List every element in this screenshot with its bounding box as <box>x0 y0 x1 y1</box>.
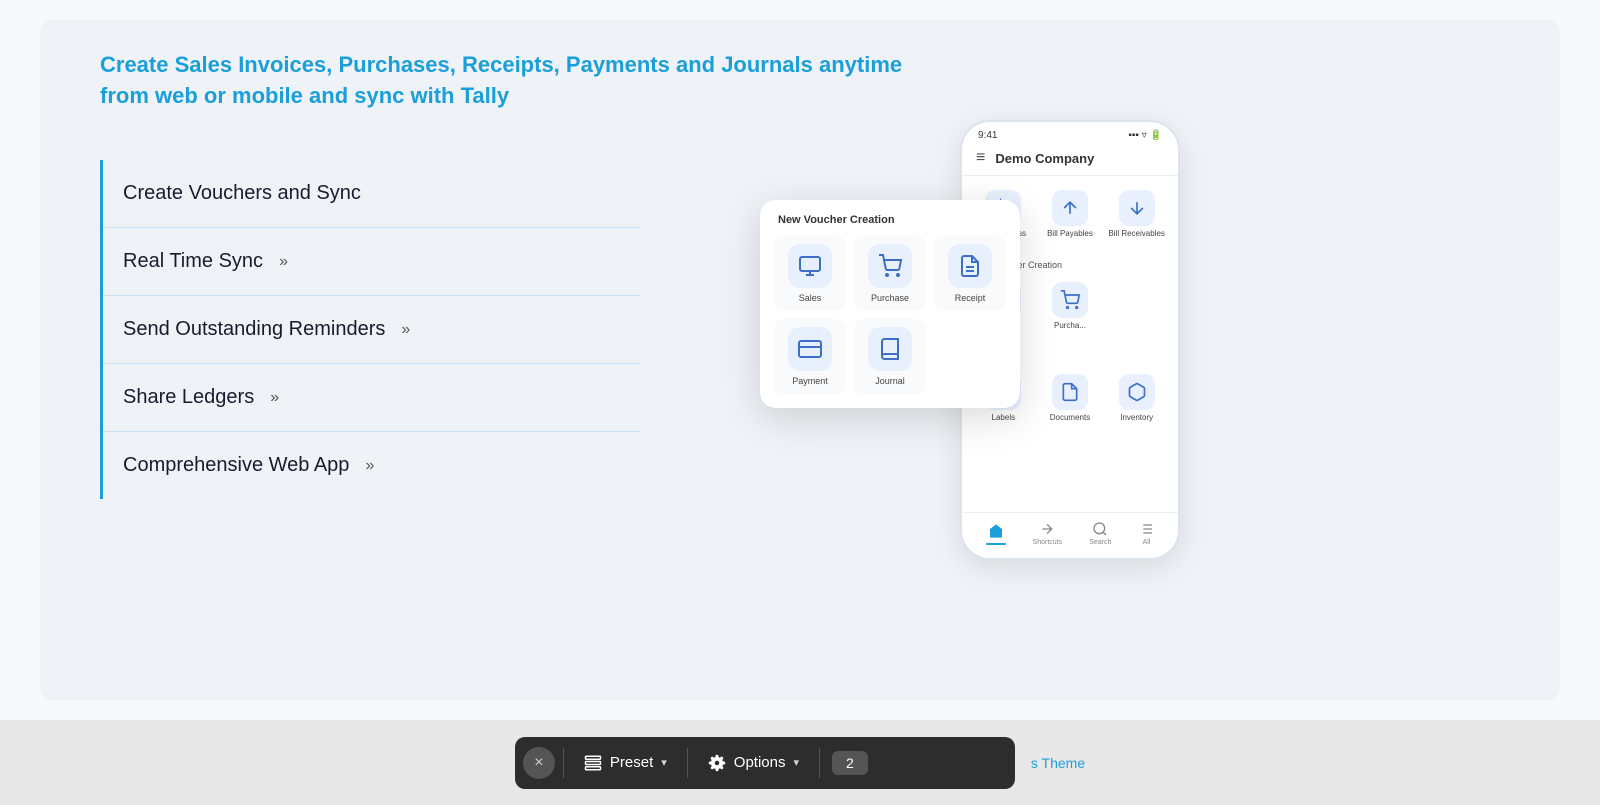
headline: Create Sales Invoices, Purchases, Receip… <box>100 50 920 112</box>
voucher-popup-title: New Voucher Creation <box>774 214 1006 226</box>
options-label: Options <box>734 754 786 771</box>
phone-icon-bill-payables[interactable]: Bill Payables <box>1039 184 1102 244</box>
bill-receivables-label: Bill Receivables <box>1108 229 1164 238</box>
voucher-sales-label: Sales <box>799 293 822 303</box>
feature-list: Create Vouchers and Sync Real Time Sync … <box>100 160 640 499</box>
documents-icon-circle <box>1052 374 1088 410</box>
bottom-toolbar: × Preset ▾ Options ▾ 2 s Theme <box>0 720 1600 805</box>
phone-icon-bill-receivables[interactable]: Bill Receivables <box>1105 184 1168 244</box>
theme-link-text: s Theme <box>1031 755 1085 771</box>
phone-nav-home[interactable] <box>986 523 1006 545</box>
inner-card: Create Sales Invoices, Purchases, Receip… <box>40 20 1560 700</box>
arrow-icon: » <box>279 253 288 271</box>
documents-label: Documents <box>1050 413 1090 422</box>
phone-icon-inventory[interactable]: Inventory <box>1105 368 1168 428</box>
feature-item-send-reminders[interactable]: Send Outstanding Reminders » <box>103 296 640 364</box>
voucher-icon-journal[interactable]: Journal <box>854 319 926 394</box>
voucher-receipt-icon-circle <box>948 244 992 288</box>
toolbar-divider-1 <box>563 748 564 778</box>
inventory-icon-circle <box>1119 374 1155 410</box>
phone-nav-search[interactable]: Search <box>1089 521 1111 546</box>
voucher-icon-purchase[interactable]: Purchase <box>854 236 926 311</box>
voucher-journal-icon-circle <box>868 327 912 371</box>
phone-signal: ▪▪▪ ▿ 🔋 <box>1128 130 1162 141</box>
feature-item-create-vouchers[interactable]: Create Vouchers and Sync <box>103 160 640 228</box>
toolbar-options-button[interactable]: Options ▾ <box>696 748 811 778</box>
bill-payables-label: Bill Payables <box>1047 229 1093 238</box>
nav-all-label: All <box>1143 539 1151 546</box>
gear-icon <box>708 754 726 772</box>
preset-label: Preset <box>610 754 653 771</box>
phone-time: 9:41 <box>978 130 997 141</box>
inventory-label: Inventory <box>1120 413 1153 422</box>
voucher-payment-icon-circle <box>788 327 832 371</box>
phone-icon-purchase[interactable]: Purcha... <box>1039 276 1102 336</box>
toolbar-count: 2 <box>832 751 868 775</box>
right-panel: 9:41 ▪▪▪ ▿ 🔋 ≡ Demo Company Profit & L <box>640 120 1500 560</box>
bill-receivables-icon-circle <box>1119 190 1155 226</box>
menu-icon: ≡ <box>976 149 985 167</box>
voucher-icon-receipt[interactable]: Receipt <box>934 236 1006 311</box>
voucher-receipt-label: Receipt <box>955 293 986 303</box>
feature-item-text: Create Vouchers and Sync <box>123 182 361 205</box>
voucher-sales-icon-circle <box>788 244 832 288</box>
arrow-icon: » <box>401 321 410 339</box>
voucher-icons-grid: Sales Purchase Receipt <box>774 236 1006 394</box>
options-chevron-icon: ▾ <box>793 756 799 769</box>
feature-item-real-time-sync[interactable]: Real Time Sync » <box>103 228 640 296</box>
toolbar-close-button[interactable]: × <box>523 747 555 779</box>
phone-nav-all[interactable]: All <box>1138 521 1154 546</box>
phone-nav-shortcuts[interactable]: Shortcuts <box>1033 521 1063 546</box>
close-icon: × <box>534 754 543 772</box>
arrow-icon: » <box>270 389 279 407</box>
voucher-purchase-label: Purchase <box>871 293 909 303</box>
phone-bottom-nav: Shortcuts Search All <box>962 512 1178 558</box>
voucher-icon-payment[interactable]: Payment <box>774 319 846 394</box>
toolbar-divider-2 <box>687 748 688 778</box>
phone-icon-documents[interactable]: Documents <box>1039 368 1102 428</box>
purchase-icon-circle <box>1052 282 1088 318</box>
phone-status-bar: 9:41 ▪▪▪ ▿ 🔋 <box>962 122 1178 145</box>
toolbar-bar: × Preset ▾ Options ▾ 2 <box>515 737 1015 789</box>
main-content: Create Sales Invoices, Purchases, Receip… <box>0 0 1600 720</box>
preset-icon <box>584 754 602 772</box>
left-panel: Create Vouchers and Sync Real Time Sync … <box>100 80 640 499</box>
nav-search-label: Search <box>1089 539 1111 546</box>
phone-header: ≡ Demo Company <box>962 145 1178 176</box>
voucher-popup: New Voucher Creation Sales Purchase <box>760 200 1020 408</box>
phone-company-title: Demo Company <box>995 151 1094 166</box>
feature-item-text: Send Outstanding Reminders <box>123 318 385 341</box>
toolbar-divider-3 <box>819 748 820 778</box>
theme-link[interactable]: s Theme <box>1031 755 1085 771</box>
feature-item-text: Comprehensive Web App <box>123 454 349 477</box>
feature-item-text: Share Ledgers <box>123 386 254 409</box>
voucher-icon-sales[interactable]: Sales <box>774 236 846 311</box>
feature-item-text: Real Time Sync <box>123 250 263 273</box>
voucher-purchase-icon-circle <box>868 244 912 288</box>
labels-label: Labels <box>992 413 1016 422</box>
voucher-payment-label: Payment <box>792 376 828 386</box>
arrow-icon: » <box>365 457 374 475</box>
toolbar-preset-button[interactable]: Preset ▾ <box>572 748 679 778</box>
voucher-journal-label: Journal <box>875 376 905 386</box>
preset-chevron-icon: ▾ <box>661 756 667 769</box>
bill-payables-icon-circle <box>1052 190 1088 226</box>
nav-shortcuts-label: Shortcuts <box>1033 539 1063 546</box>
feature-item-comprehensive-web-app[interactable]: Comprehensive Web App » <box>103 432 640 499</box>
feature-item-share-ledgers[interactable]: Share Ledgers » <box>103 364 640 432</box>
purchase-label: Purcha... <box>1054 321 1086 330</box>
